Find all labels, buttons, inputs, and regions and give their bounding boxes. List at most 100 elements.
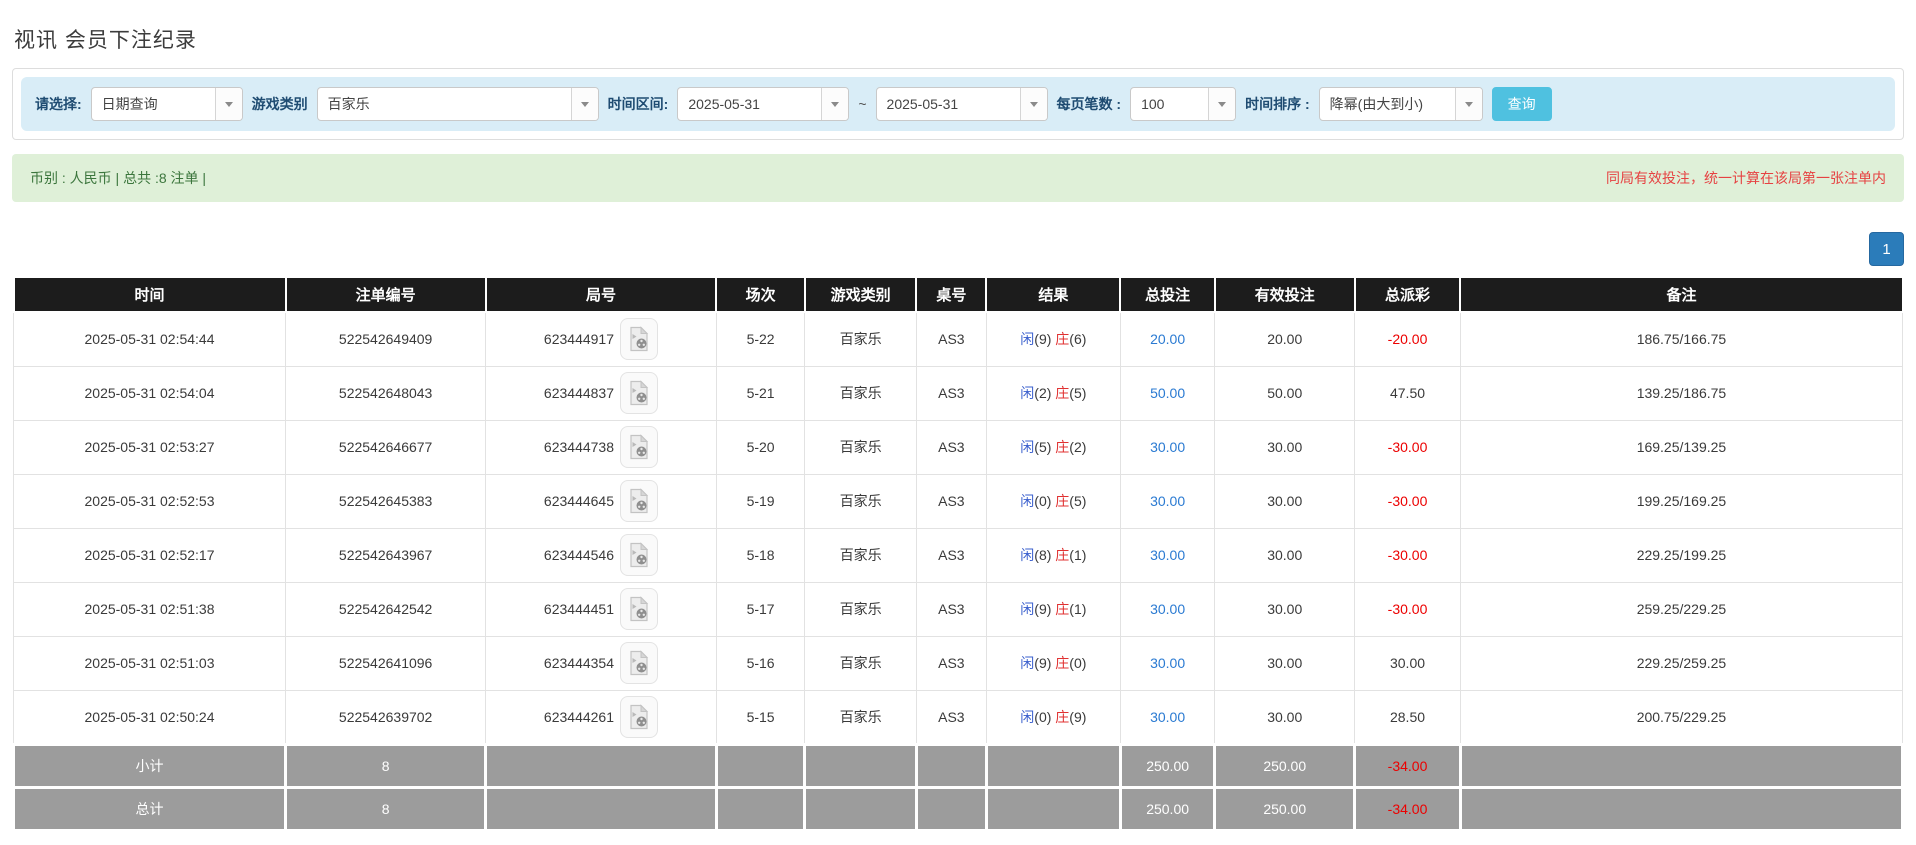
cell-note: 259.25/229.25 [1459,581,1904,637]
video-record-button[interactable] [620,642,658,684]
cell-round-number: 623444451 [485,581,717,637]
player-result-label: 闲 [1020,439,1035,455]
player-score: (0) [1034,493,1052,509]
col-valid-bet: 有效投注 [1213,276,1356,313]
cell-note: 200.75/229.25 [1459,689,1904,745]
total-bet-link[interactable]: 30.00 [1150,493,1185,509]
table-row: 2025-05-31 02:53:27 522542646677 6234447… [12,419,1904,475]
player-score: (2) [1034,385,1052,401]
cell-note: 199.25/169.25 [1459,473,1904,529]
filter-panel: 请选择: 日期查询 游戏类别 百家乐 时间区间: 2025-05-31 ~ 20… [12,68,1904,140]
player-result-label: 闲 [1020,547,1035,563]
col-total-payout: 总派彩 [1353,276,1462,313]
cell-total-bet: 30.00 [1119,473,1216,529]
total-bet-link[interactable]: 30.00 [1150,601,1185,617]
cell-table-number: AS3 [915,473,987,529]
page-size-value: 100 [1141,96,1165,112]
banker-result-label: 庄 [1055,385,1070,401]
video-record-button[interactable] [620,695,658,738]
total-bet-link[interactable]: 30.00 [1150,709,1185,725]
search-button[interactable]: 查询 [1491,87,1552,121]
date-to-select[interactable]: 2025-05-31 [875,87,1048,121]
video-file-icon [630,488,649,514]
cell-total-bet: 30.00 [1119,527,1216,583]
player-score: (0) [1034,708,1052,725]
video-record-button[interactable] [620,372,658,414]
cell-table-number: AS3 [915,581,987,637]
cell-note: 186.75/166.75 [1459,311,1904,367]
total-bet-link[interactable]: 30.00 [1150,439,1185,455]
subtotal-label: 小计 [11,742,288,789]
col-bet-number: 注单编号 [284,276,487,313]
total-valid-bet: 250.00 [1213,785,1357,832]
banker-score: (2) [1069,439,1087,455]
subtotal-row: 小计 8 250.00 250.00 -34.00 [11,742,1905,789]
banker-result-label: 庄 [1055,493,1070,509]
cell-round-number: 623444837 [485,365,717,421]
currency-total-text: 币别 : 人民币 | 总共 :8 注单 | [30,170,207,186]
summary-bar: 币别 : 人民币 | 总共 :8 注单 | 同局有效投注，统一计算在该局第一张注… [12,154,1904,202]
total-bet-link[interactable]: 30.00 [1150,547,1185,563]
table-row: 2025-05-31 02:51:03 522542641096 6234443… [12,635,1904,691]
cell-time: 2025-05-31 02:51:38 [12,581,287,637]
video-record-button[interactable] [620,480,658,522]
banker-score: (5) [1069,493,1087,509]
cell-result: 闲(0) 庄(9) [985,689,1121,745]
query-type-select[interactable]: 日期查询 [90,87,243,121]
video-record-button[interactable] [620,534,658,576]
total-bet-link[interactable]: 30.00 [1150,655,1185,671]
banker-score: (0) [1069,655,1087,671]
date-from-value: 2025-05-31 [688,96,760,112]
cell-total-payout: -30.00 [1354,581,1461,637]
round-number: 623444645 [543,493,614,509]
page-size-select[interactable]: 100 [1130,87,1237,121]
date-from-select[interactable]: 2025-05-31 [677,87,850,121]
player-score: (8) [1034,547,1052,563]
cell-time: 2025-05-31 02:54:04 [12,365,287,421]
cell-session: 5-21 [715,365,806,421]
cell-total-bet: 30.00 [1119,689,1216,745]
game-category-value: 百家乐 [327,96,370,112]
banker-result-label: 庄 [1055,439,1070,455]
col-table-number: 桌号 [915,276,988,313]
cell-session: 5-16 [715,635,806,691]
cell-time: 2025-05-31 02:51:03 [12,635,287,691]
player-result-label: 闲 [1020,708,1035,725]
player-score: (9) [1034,331,1052,348]
cell-session: 5-18 [715,527,806,583]
cell-table-number: AS3 [915,689,987,745]
total-bet-link[interactable]: 20.00 [1150,331,1185,347]
banker-score: (9) [1069,708,1087,725]
time-order-value: 降幂(由大到小) [1329,96,1423,112]
cell-total-payout: -30.00 [1354,419,1461,475]
subtotal-valid-bet: 250.00 [1213,742,1357,789]
cell-game-category: 百家乐 [804,311,917,367]
cell-bet-number: 522542639702 [285,689,487,745]
subtotal-total-bet: 250.00 [1118,742,1217,789]
page-title: 视讯 会员下注纪录 [14,29,197,52]
query-type-value: 日期查询 [101,96,158,112]
cell-valid-bet: 30.00 [1214,689,1356,745]
round-number: 623444738 [543,439,614,455]
video-record-button[interactable] [620,318,658,361]
banker-result-label: 庄 [1055,547,1070,563]
video-record-button[interactable] [620,426,658,468]
col-total-bet: 总投注 [1119,276,1216,313]
chevron-down-icon [1454,88,1482,120]
game-category-select[interactable]: 百家乐 [316,87,599,121]
col-time: 时间 [12,276,287,313]
cell-time: 2025-05-31 02:52:53 [12,473,287,529]
cell-session: 5-22 [715,311,806,367]
cell-bet-number: 522542643967 [285,527,487,583]
cell-bet-number: 522542641096 [285,635,487,691]
total-row: 总计 8 250.00 250.00 -34.00 [11,785,1905,832]
time-order-select[interactable]: 降幂(由大到小) [1318,87,1483,121]
cell-result: 闲(9) 庄(0) [985,635,1121,691]
cell-result: 闲(5) 庄(2) [985,419,1121,475]
query-type-label: 请选择: [35,96,82,112]
page-1-button[interactable]: 1 [1869,232,1904,266]
cell-result: 闲(0) 庄(5) [985,473,1121,529]
total-bet-link[interactable]: 50.00 [1150,385,1185,401]
cell-total-bet: 50.00 [1119,365,1216,421]
video-record-button[interactable] [620,588,658,630]
